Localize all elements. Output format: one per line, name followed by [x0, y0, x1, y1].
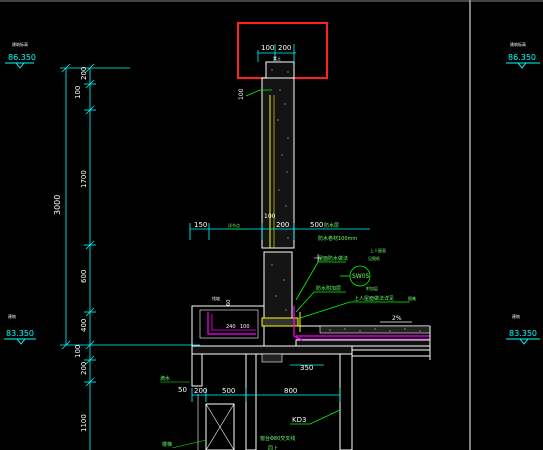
- svg-text:建筑: 建筑: [512, 313, 520, 319]
- elevation-top-right-value: 86.350: [508, 53, 536, 62]
- dim-small-240: 240: [226, 324, 236, 330]
- dim-low-800: 800: [284, 387, 297, 395]
- elevation-marker-top-left: 建筑标高 86.350: [5, 41, 36, 69]
- dim-seg-1100: 1100: [80, 414, 88, 432]
- svg-text:建筑标高: 建筑标高: [12, 41, 28, 47]
- svg-text:详节点: 详节点: [228, 222, 240, 228]
- dim-mid-500: 500: [310, 221, 323, 229]
- label-upper-note: 上人屋面做法详见: [354, 295, 394, 302]
- elevation-marker-bottom-left: 建筑 83.350: [4, 313, 36, 345]
- svg-text:上人屋面: 上人屋面: [370, 247, 386, 253]
- label-gl: 找坡: [212, 295, 220, 301]
- dim-top-200: 200: [278, 44, 291, 52]
- lower-structure: [191, 345, 431, 450]
- leader-lines-right: [295, 261, 410, 319]
- svg-text:建筑: 建筑: [8, 313, 16, 319]
- dim-seg-600: 600: [80, 270, 88, 283]
- dim-small-100: 100: [240, 324, 250, 330]
- dim-total-3000: 3000: [53, 195, 62, 215]
- svg-text:建筑标高: 建筑标高: [510, 41, 526, 47]
- dim-mid-200: 200: [276, 221, 289, 229]
- label-waterproof-b: 防水卷材100mm: [318, 235, 357, 242]
- dim-top-100: 100: [261, 44, 274, 52]
- dim-seg-1700: 1700: [80, 170, 88, 188]
- dim-seg-200-top: 200: [80, 67, 88, 80]
- slope-label: 2%: [392, 315, 402, 322]
- label-bottom-detail: 窗台Φ80交叉线: [260, 435, 295, 442]
- beam-hatch: [261, 353, 283, 363]
- cad-drawing: 建筑标高 86.350 建筑标高 86.350 建筑 83.350 建筑 83.…: [0, 0, 543, 450]
- dim-seg-100-low: 100: [74, 345, 82, 358]
- label-side-left: 滴水: [160, 375, 170, 382]
- dim-small-60: 60: [226, 300, 232, 306]
- dim-low-500: 500: [222, 387, 235, 395]
- label-drain-note: 防水附加层: [316, 285, 341, 292]
- elevation-marker-top-right: 建筑标高 86.350: [506, 41, 540, 69]
- wall-dim-100: 100: [264, 213, 276, 220]
- lower-dimension: [191, 364, 341, 402]
- label-upper-note2: 见图纸: [368, 255, 380, 261]
- cap-tag: 素土: [273, 55, 281, 61]
- label-roof-note: 附加层: [366, 285, 378, 291]
- dim-beam-350: 350: [300, 364, 313, 372]
- svg-text:图集: 图集: [408, 295, 416, 301]
- label-detail-ref: SW05: [352, 273, 370, 280]
- label-parapet-flash: 屋面防水做法: [318, 255, 348, 262]
- dim-seg-100: 100: [74, 86, 82, 99]
- label-kd: KD3: [292, 416, 306, 424]
- dim-seg-400: 400: [80, 319, 88, 332]
- label-waterproof-a: 防水层: [324, 222, 339, 229]
- dim-low-200: 200: [194, 387, 207, 395]
- dim-seg-200-low: 200: [80, 362, 88, 375]
- dim-low-50: 50: [178, 386, 187, 394]
- label-bottom-detail2: 同上: [268, 445, 278, 450]
- parapet-note-100: 100: [238, 88, 245, 100]
- elevation-bottom-right-value: 83.350: [509, 329, 537, 338]
- parapet-wall[interactable]: [261, 61, 295, 323]
- dim-mid-150: 150: [194, 221, 207, 229]
- label-bottom-note: 楼梯: [162, 441, 172, 448]
- elevation-bottom-left-value: 83.350: [6, 329, 34, 338]
- elevation-marker-bottom-right: 建筑 83.350: [506, 313, 540, 345]
- elevation-top-left-value: 86.350: [8, 53, 36, 62]
